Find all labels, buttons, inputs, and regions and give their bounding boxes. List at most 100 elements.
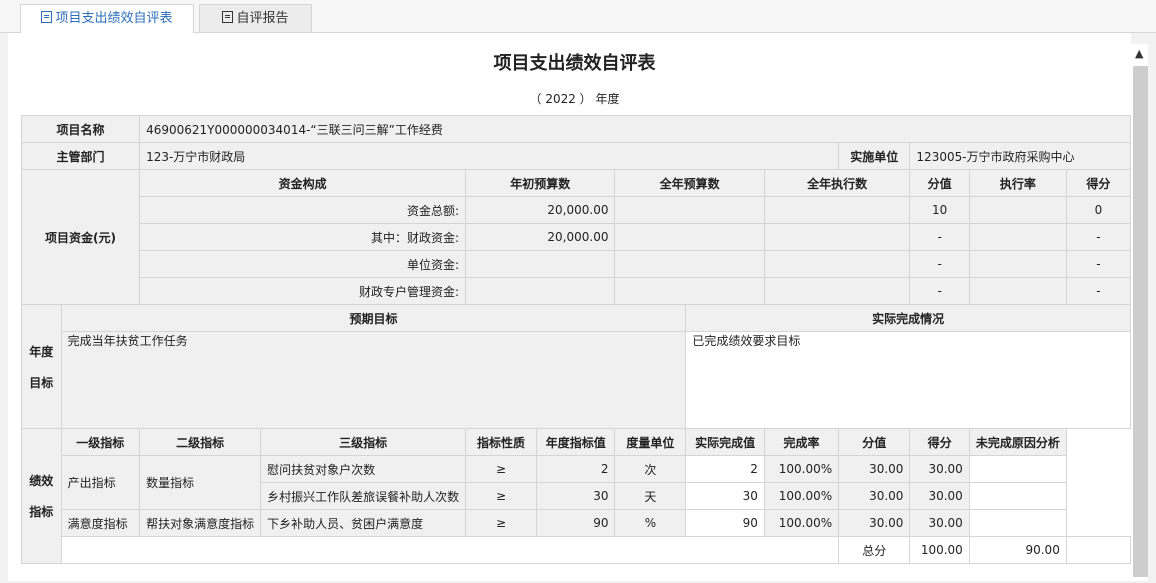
indicator-header: 实际完成值 [685, 428, 765, 456]
indicator-header: 指标性质 [465, 428, 537, 456]
annual-target-value: 30 [535, 482, 616, 510]
actual-value-field[interactable]: 2 [685, 455, 765, 483]
scroll-up-icon[interactable]: ▲ [1135, 48, 1143, 60]
funds-cell [763, 223, 911, 251]
vertical-scrollbar[interactable]: ▲ [1131, 44, 1148, 581]
page-title: 项目支出绩效自评表 [493, 53, 656, 74]
indicator-nature: ≥ [465, 482, 537, 510]
tab-self-evaluation-report[interactable]: 自评报告 [199, 4, 312, 32]
funds-header: 执行率 [968, 169, 1067, 197]
funds-cell [614, 223, 765, 251]
scrollbar-thumb[interactable] [1133, 66, 1148, 577]
funds-cell: 其中：财政资金: [139, 223, 467, 251]
indicator-row: 满意度指标 帮扶对象满意度指标 下乡补助人员、贫困户满意度 ≥ 90 % 90 … [22, 509, 1131, 537]
tab-label: 项目支出绩效自评表 [55, 11, 173, 26]
evaluation-table: 项目名称 46900621Y000000034014-“三联三问三解”工作经费 … [20, 115, 1131, 564]
expected-goal-header: 预期目标 [60, 304, 687, 332]
funds-header: 分值 [909, 169, 970, 197]
funds-cell: 资金总额: [139, 196, 467, 224]
level1-indicator: 产出指标 [60, 455, 141, 510]
project-funds-label: 项目资金(元) [20, 169, 141, 305]
actual-completion-header: 实际完成情况 [685, 304, 1131, 332]
funds-cell [465, 277, 616, 305]
level2-indicator: 数量指标 [139, 455, 262, 510]
total-row: 总分 100.00 90.00 [22, 536, 1131, 564]
completion-rate: 100.00% [763, 509, 840, 537]
indicator-header: 三级指标 [260, 428, 467, 456]
actual-completion-text[interactable]: 已完成绩效要求目标 [685, 331, 1131, 429]
actual-value-field[interactable]: 30 [685, 482, 765, 510]
total-got: 90.00 [968, 536, 1067, 564]
funds-cell [614, 250, 765, 278]
indicator-got: 30.00 [909, 509, 970, 537]
department-value: 123-万宁市财政局 [139, 142, 840, 170]
tab-self-evaluation-form[interactable]: 项目支出绩效自评表 [20, 4, 194, 33]
annual-target-value: 90 [535, 509, 616, 537]
funds-cell [465, 250, 616, 278]
project-name-label: 项目名称 [20, 115, 141, 143]
indicator-score: 30.00 [838, 509, 911, 537]
tab-label: 自评报告 [236, 11, 289, 26]
form-panel: 项目支出绩效自评表 （ 2022 ） 年度 项目名称 46900621Y0000… [8, 33, 1131, 581]
implementing-unit-label: 实施单位 [838, 142, 911, 170]
indicator-header: 完成率 [763, 428, 840, 456]
funds-header: 得分 [1065, 169, 1131, 197]
level3-indicator: 慰问扶贫对象户次数 [260, 455, 467, 483]
funds-cell [763, 250, 911, 278]
funds-cell: 20,000.00 [465, 196, 616, 224]
funds-cell: 0 [1065, 196, 1131, 224]
funds-cell: - [909, 250, 970, 278]
indicator-row: 产出指标 数量指标 慰问扶贫对象户次数 ≥ 2 次 2 100.00% 30.0… [22, 455, 1131, 510]
funds-row: 其中：财政资金: 20,000.00 - - [22, 223, 1131, 251]
indicator-header: 得分 [909, 428, 970, 456]
indicator-got: 30.00 [909, 455, 970, 483]
funds-header: 年初预算数 [465, 169, 616, 197]
reason-field[interactable] [968, 455, 1067, 483]
funds-cell [614, 196, 765, 224]
measure-unit: % [614, 509, 687, 537]
reason-field[interactable] [968, 509, 1067, 537]
funds-cell [968, 277, 1067, 305]
funds-cell: 财政专户管理资金: [139, 277, 467, 305]
funds-row: 财政专户管理资金: - - [22, 277, 1131, 305]
annual-target-value: 2 [535, 455, 616, 483]
funds-cell [968, 250, 1067, 278]
tab-bar: 项目支出绩效自评表 自评报告 [0, 0, 1156, 33]
funds-header: 全年执行数 [763, 169, 911, 197]
funds-cell: - [909, 223, 970, 251]
funds-cell: - [1065, 250, 1131, 278]
level2-indicator: 帮扶对象满意度指标 [139, 509, 262, 537]
funds-cell [968, 196, 1067, 224]
indicator-header: 二级指标 [139, 428, 262, 456]
expected-goal-text: 完成当年扶贫工作任务 [60, 331, 687, 429]
funds-cell [968, 223, 1067, 251]
total-empty [1065, 536, 1131, 564]
funds-cell: 20,000.00 [465, 223, 616, 251]
implementing-unit-value: 123005-万宁市政府采购中心 [909, 142, 1131, 170]
completion-rate: 100.00% [763, 482, 840, 510]
indicator-nature: ≥ [465, 509, 537, 537]
level3-indicator: 乡村振兴工作队差旅误餐补助人次数 [260, 482, 467, 510]
indicator-header: 年度指标值 [535, 428, 616, 456]
annual-goals-label-line: 年度 [29, 344, 54, 359]
indicator-header: 度量单位 [614, 428, 687, 456]
funds-cell [763, 277, 911, 305]
year-label: （ 2022 ） 年度 [529, 92, 620, 106]
actual-value-field[interactable]: 90 [685, 509, 765, 537]
funds-row: 资金总额: 20,000.00 10 0 [22, 196, 1131, 224]
reason-field[interactable] [968, 482, 1067, 510]
funds-cell: - [1065, 277, 1131, 305]
funds-header: 资金构成 [139, 169, 467, 197]
total-spacer [60, 536, 840, 564]
annual-goals-label: 年度 目标 [21, 304, 62, 429]
annual-goals-label-line: 目标 [29, 375, 54, 390]
form-icon [41, 11, 53, 23]
indicator-nature: ≥ [465, 455, 537, 483]
measure-unit: 次 [614, 455, 687, 483]
department-label: 主管部门 [20, 142, 141, 170]
total-score: 100.00 [909, 536, 970, 564]
level3-indicator: 下乡补助人员、贫困户满意度 [260, 509, 467, 537]
measure-unit: 天 [614, 482, 687, 510]
indicator-header: 一级指标 [60, 428, 141, 456]
report-icon [222, 11, 234, 23]
